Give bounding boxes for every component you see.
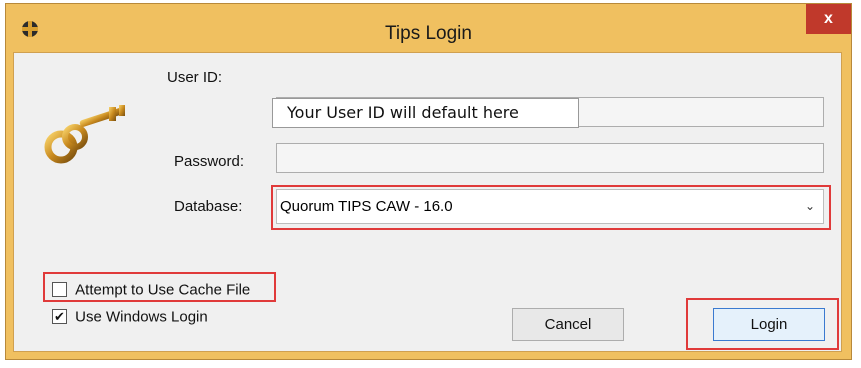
checkmark-icon: ✔ [54,308,65,324]
window-title: Tips Login [385,23,472,44]
login-dialog: Tips Login x User ID: Your User ID will … [5,3,852,360]
password-label: Password: [174,153,245,170]
login-highlight [686,298,839,350]
database-highlight [271,185,831,230]
close-button[interactable]: x [806,4,851,34]
title-bar: Tips Login x [6,4,851,52]
windows-login-option[interactable]: ✔ Use Windows Login [52,308,208,326]
user-id-label: User ID: [167,69,223,86]
cache-highlight [43,272,276,302]
database-label: Database: [174,198,243,215]
key-icon [44,105,125,164]
windows-login-checkbox[interactable]: ✔ [52,308,67,324]
close-icon: x [824,10,833,27]
password-field[interactable] [276,143,824,173]
dialog-body: User ID: Your User ID will default here … [13,52,842,352]
cancel-button[interactable]: Cancel [512,308,624,341]
user-id-default-note: Your User ID will default here [272,98,579,128]
windows-login-label: Use Windows Login [75,308,208,326]
